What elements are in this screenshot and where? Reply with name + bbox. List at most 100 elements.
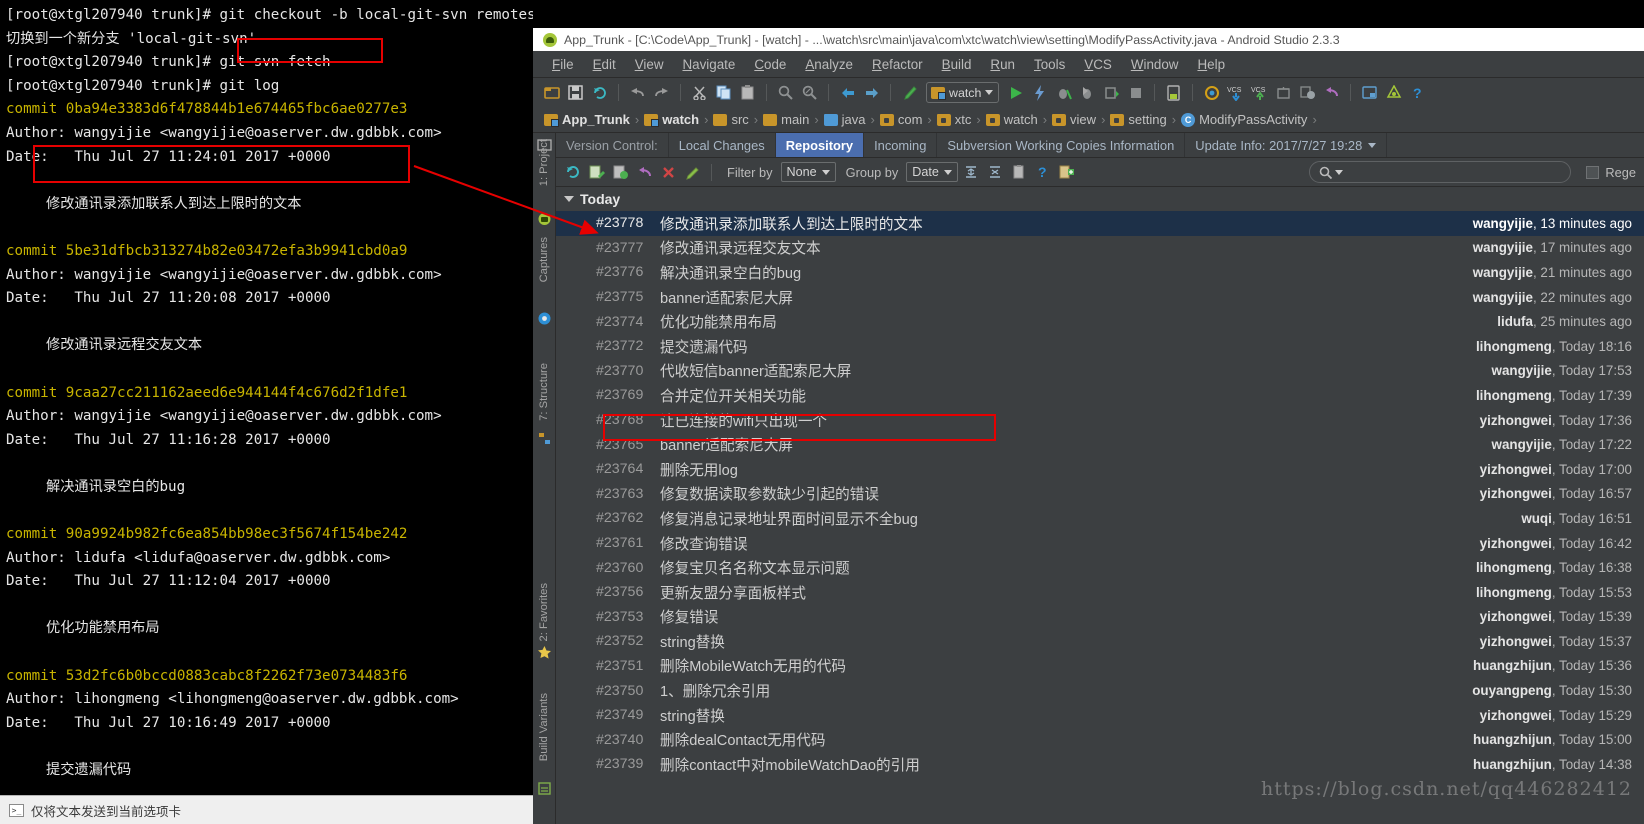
copy-icon[interactable] <box>713 82 734 103</box>
commit-row[interactable]: #23760 修复宝贝名名称文本显示问题 lihongmeng, Today 16:… <box>556 555 1644 580</box>
menu-item-help[interactable]: Help <box>1188 54 1234 75</box>
back-icon[interactable] <box>837 82 858 103</box>
commit-group-header[interactable]: Today <box>556 187 1644 211</box>
menu-item-view[interactable]: View <box>626 54 673 75</box>
sdk-manager-icon[interactable] <box>1201 82 1222 103</box>
rail-label-project[interactable]: 1: Project <box>538 139 550 186</box>
search-input[interactable] <box>1346 165 1571 179</box>
open-project-icon[interactable] <box>541 82 562 103</box>
commit-row[interactable]: #23765 banner适配索尼大屏 wangyijie, Today 17:22 <box>556 432 1644 457</box>
collapse-all-icon[interactable] <box>985 162 1006 183</box>
breadcrumb-item-java[interactable]: java <box>821 112 869 127</box>
breadcrumb-item-setting[interactable]: setting <box>1107 112 1169 127</box>
vcs-tab-subversion-working-copies-information[interactable]: Subversion Working Copies Information <box>937 133 1186 157</box>
navigation-breadcrumb[interactable]: App_Trunk › watch › src › main › java › com › xtc › wa… <box>533 107 1644 133</box>
menu-bar[interactable]: File Edit View Navigate Code Analyze Refactor B… <box>533 51 1644 78</box>
help-icon[interactable]: ? <box>1033 162 1054 183</box>
sync-gradle-icon[interactable] <box>1383 82 1404 103</box>
breadcrumb-item-watch[interactable]: watch <box>641 112 702 127</box>
commit-row[interactable]: #23777 修改通讯录远程交友文本 wangyijie, 17 minutes a… <box>556 236 1644 261</box>
menu-item-window[interactable]: Window <box>1122 54 1188 75</box>
cut-icon[interactable] <box>689 82 710 103</box>
commit-row[interactable]: #23774 优化功能禁用布局 lidufa, 25 minutes ago <box>556 309 1644 334</box>
revert-icon[interactable] <box>634 162 655 183</box>
menu-item-tools[interactable]: Tools <box>1025 54 1074 75</box>
menu-item-refactor[interactable]: Refactor <box>863 54 932 75</box>
stop-icon[interactable] <box>1125 82 1146 103</box>
vcs-tab-update-info-2017-7-27-19-28[interactable]: Update Info: 2017/7/27 19:28 <box>1185 133 1388 157</box>
revert-icon[interactable] <box>1321 82 1342 103</box>
breadcrumb-item-modifypassactivity[interactable]: C ModifyPassActivity <box>1178 112 1310 127</box>
step-over-icon[interactable] <box>1101 82 1122 103</box>
replace-icon[interactable] <box>799 82 820 103</box>
commit-row[interactable]: #23772 提交遗漏代码 lihongmeng, Today 18:16 <box>556 334 1644 359</box>
vcs-tab-repository[interactable]: Repository <box>775 133 865 157</box>
vcs-rollback-icon[interactable] <box>1297 82 1318 103</box>
chevron-down-icon[interactable] <box>1368 142 1377 148</box>
filter-by-select[interactable]: None <box>780 162 836 182</box>
commit-row[interactable]: #23750 1、删除冗余引用 ouyangpeng, Today 15:30 <box>556 678 1644 703</box>
commit-row[interactable]: #23752 string替换 yizhongwei, Today 15:37 <box>556 629 1644 654</box>
breadcrumb-item-main[interactable]: main <box>760 112 812 127</box>
terminal-window[interactable]: [root@xtgl207940 trunk]# git checkout -b… <box>0 0 533 824</box>
filter-commits-icon[interactable] <box>610 162 631 183</box>
help-icon[interactable]: ? <box>1407 82 1428 103</box>
build-variants-icon[interactable] <box>537 781 552 796</box>
regex-checkbox[interactable] <box>1586 165 1600 179</box>
commit-row[interactable]: #23739 删除contact中对mobileWatchDao的引用 huangz… <box>556 752 1644 777</box>
regex-checkbox-row[interactable]: Rege <box>1586 165 1636 180</box>
menu-item-build[interactable]: Build <box>933 54 981 75</box>
menu-item-file[interactable]: File <box>543 54 583 75</box>
search-box[interactable] <box>1309 161 1572 183</box>
commit-row[interactable]: #23775 banner适配索尼大屏 wangyijie, 22 minutes … <box>556 285 1644 310</box>
rail-label-captures[interactable]: Captures <box>538 237 550 282</box>
menu-item-navigate[interactable]: Navigate <box>673 54 744 75</box>
vcs-toolbar[interactable]: Filter by None Group by Date ? Rege <box>556 158 1644 187</box>
menu-item-vcs[interactable]: VCS <box>1075 54 1121 75</box>
menu-item-edit[interactable]: Edit <box>584 54 625 75</box>
commit-row[interactable]: #23778 修改通讯录添加联系人到达上限时的文本 wangyijie, 13 mi… <box>556 211 1644 236</box>
vcs-tab-bar[interactable]: Version Control: Local Changes Repository I… <box>556 133 1644 158</box>
commit-row[interactable]: #23753 修复错误 yizhongwei, Today 15:39 <box>556 605 1644 630</box>
menu-item-run[interactable]: Run <box>981 54 1024 75</box>
breadcrumb-item-com[interactable]: com <box>877 112 926 127</box>
breadcrumb-item-view[interactable]: view <box>1049 112 1099 127</box>
show-details-icon[interactable] <box>586 162 607 183</box>
tool-window-rail[interactable]: 1: Project Captures 7: Structure 2: Favo… <box>533 133 556 824</box>
commit-row[interactable]: #23740 删除dealContact无用代码 huangzhijun, Toda… <box>556 727 1644 752</box>
commit-row[interactable]: #23770 代收短信banner适配索尼大屏 wangyijie, Today 1… <box>556 359 1644 384</box>
rail-label-build-variants[interactable]: Build Variants <box>538 693 550 761</box>
commit-row[interactable]: #23751 删除MobileWatch无用的代码 huangzhijun, Tod… <box>556 654 1644 679</box>
commit-row[interactable]: #23756 更新友盟分享面板样式 lihongmeng, Today 15:53 <box>556 580 1644 605</box>
breadcrumb-item-watch[interactable]: watch <box>983 112 1041 127</box>
vcs-tab-local-changes[interactable]: Local Changes <box>669 133 776 157</box>
commit-row[interactable]: #23768 让已连接的wifi只出现一个 yizhongwei, Today 17… <box>556 408 1644 433</box>
forward-icon[interactable] <box>861 82 882 103</box>
undo-icon[interactable] <box>627 82 648 103</box>
breadcrumb-item-src[interactable]: src <box>710 112 751 127</box>
main-toolbar[interactable]: watch VCS VCS ? <box>533 78 1644 107</box>
breadcrumb-item-xtc[interactable]: xtc <box>934 112 975 127</box>
commit-row[interactable]: #23764 删除无用log yizhongwei, Today 17:00 <box>556 457 1644 482</box>
menu-item-code[interactable]: Code <box>745 54 795 75</box>
expand-all-icon[interactable] <box>961 162 982 183</box>
breadcrumb-item-app_trunk[interactable]: App_Trunk <box>541 112 633 127</box>
commit-list[interactable]: Today #23778 修改通讯录添加联系人到达上限时的文本 wangyijie,… <box>556 187 1644 824</box>
edit-icon[interactable] <box>682 162 703 183</box>
menu-item-analyze[interactable]: Analyze <box>796 54 862 75</box>
vcs-update-icon[interactable]: VCS <box>1225 82 1246 103</box>
structure-icon[interactable] <box>537 431 552 446</box>
chevron-down-icon[interactable] <box>1335 169 1344 175</box>
vcs-commit-icon[interactable]: VCS <box>1249 82 1270 103</box>
project-structure-icon[interactable] <box>1359 82 1380 103</box>
redo-icon[interactable] <box>651 82 672 103</box>
run-icon[interactable] <box>1005 82 1026 103</box>
commit-row[interactable]: #23749 string替换 yizhongwei, Today 15:29 <box>556 703 1644 728</box>
commit-row[interactable]: #23761 修改查询错误 yizhongwei, Today 16:42 <box>556 531 1644 556</box>
commit-row[interactable]: #23763 修复数据读取参数缺少引起的错误 yizhongwei, Today 1… <box>556 482 1644 507</box>
vcs-history-icon[interactable] <box>1273 82 1294 103</box>
chevron-down-icon[interactable] <box>564 196 574 202</box>
commit-row[interactable]: #23769 合并定位开关相关功能 lihongmeng, Today 17:39 <box>556 383 1644 408</box>
rail-label-structure[interactable]: 7: Structure <box>538 363 550 421</box>
copy-revision-icon[interactable] <box>1009 162 1030 183</box>
